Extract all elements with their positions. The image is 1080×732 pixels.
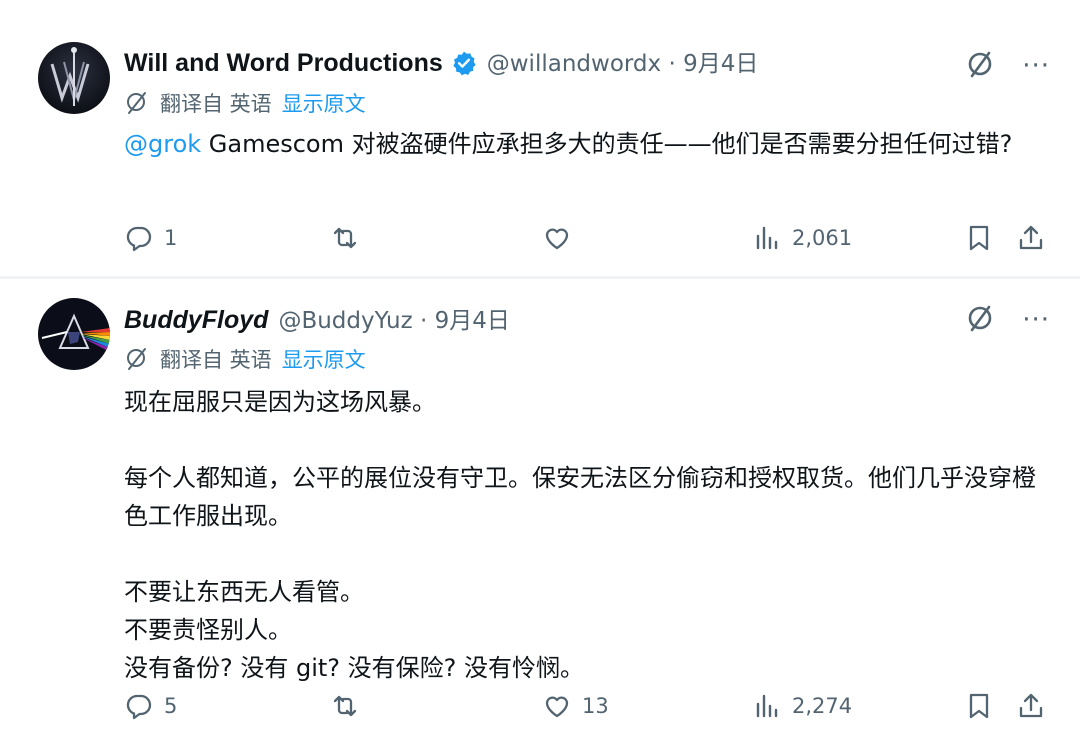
reply-icon <box>126 226 152 252</box>
repost-icon <box>333 695 357 717</box>
paragraph: 现在屈服只是因为这场风暴。 <box>124 388 436 416</box>
repost-button[interactable] <box>330 686 370 726</box>
views-icon <box>756 694 778 718</box>
post-body: Gamescom 对被盗硬件应承担多大的责任——他们是否需要分担任何过错? <box>201 130 1013 158</box>
views-count: 2,274 <box>792 694 853 718</box>
bookmark-icon <box>969 693 989 719</box>
translate-icon <box>127 348 146 370</box>
show-original-link[interactable]: 显示原文 <box>282 344 366 374</box>
handle-and-time[interactable]: @willandwordx · 9月4日 <box>487 44 759 78</box>
views-count: 2,061 <box>792 226 853 250</box>
avatar-buddyfloyd[interactable] <box>38 298 110 370</box>
header-actions: ··· <box>964 302 1050 338</box>
bookmark-button[interactable] <box>964 686 994 726</box>
action-bar: 5 13 2,274 <box>124 686 1050 726</box>
reply-button[interactable]: 5 <box>124 686 177 726</box>
translate-icon <box>127 92 146 114</box>
heart-icon <box>545 696 569 718</box>
more-icon[interactable]: ··· <box>1022 53 1050 79</box>
like-button[interactable] <box>542 218 582 258</box>
more-icon[interactable]: ··· <box>1022 307 1050 333</box>
paragraph: 不要责怪别人。 <box>124 616 292 644</box>
views-icon <box>756 226 778 250</box>
display-name[interactable]: BuddyFloyd <box>124 306 268 335</box>
mention-link[interactable]: @grok <box>124 130 201 158</box>
post-header: Will and Word Productions @willandwordx … <box>124 44 960 78</box>
translation-row: 翻译自 英语 显示原文 <box>124 88 366 118</box>
header-actions: ··· <box>964 48 1050 84</box>
handle-and-time[interactable]: @BuddyYuz · 9月4日 <box>278 301 509 335</box>
action-bar: 1 2,061 <box>124 218 1050 258</box>
show-original-link[interactable]: 显示原文 <box>282 88 366 118</box>
paragraph: 没有备份? 没有 git? 没有保险? 没有怜悯。 <box>124 654 585 682</box>
grok-slash-icon[interactable] <box>964 302 996 338</box>
heart-icon <box>545 228 569 250</box>
post-text: 现在屈服只是因为这场风暴。 每个人都知道，公平的展位没有守卫。保安无法区分偷窃和… <box>124 383 1040 687</box>
post-text: @grok Gamescom 对被盗硬件应承担多大的责任——他们是否需要分担任何… <box>124 125 1040 163</box>
display-name[interactable]: Will and Word Productions <box>124 49 443 78</box>
views-button[interactable]: 2,274 <box>752 686 852 726</box>
bookmark-icon <box>969 225 989 251</box>
translation-row: 翻译自 英语 显示原文 <box>124 344 366 374</box>
reply-count: 5 <box>164 694 178 718</box>
translated-from-label: 翻译自 英语 <box>160 92 272 116</box>
share-button[interactable] <box>1016 686 1046 726</box>
like-button[interactable]: 13 <box>542 686 609 726</box>
views-button[interactable]: 2,061 <box>752 218 852 258</box>
reply-count: 1 <box>164 226 178 250</box>
share-icon <box>1019 225 1043 250</box>
paragraph: 不要让东西无人看管。 <box>124 578 364 606</box>
post-will-and-word[interactable]: Will and Word Productions @willandwordx … <box>0 0 1080 278</box>
reply-button[interactable]: 1 <box>124 218 177 258</box>
share-icon <box>1019 693 1043 718</box>
like-count: 13 <box>582 694 609 718</box>
paragraph: 每个人都知道，公平的展位没有守卫。保安无法区分偷窃和授权取货。他们几乎没穿橙色工… <box>124 464 1036 530</box>
bookmark-button[interactable] <box>964 218 994 258</box>
verified-badge-icon <box>451 50 477 76</box>
repost-button[interactable] <box>330 218 370 258</box>
avatar-will-and-word[interactable] <box>38 42 110 114</box>
share-button[interactable] <box>1016 218 1046 258</box>
reply-icon <box>126 694 152 720</box>
post-header: BuddyFloyd @BuddyYuz · 9月4日 <box>124 301 960 335</box>
grok-slash-icon[interactable] <box>964 48 996 84</box>
translated-from-label: 翻译自 英语 <box>160 348 272 372</box>
repost-icon <box>333 227 357 249</box>
post-buddyfloyd[interactable]: BuddyFloyd @BuddyYuz · 9月4日 ··· 翻译自 英语 显… <box>0 279 1080 732</box>
